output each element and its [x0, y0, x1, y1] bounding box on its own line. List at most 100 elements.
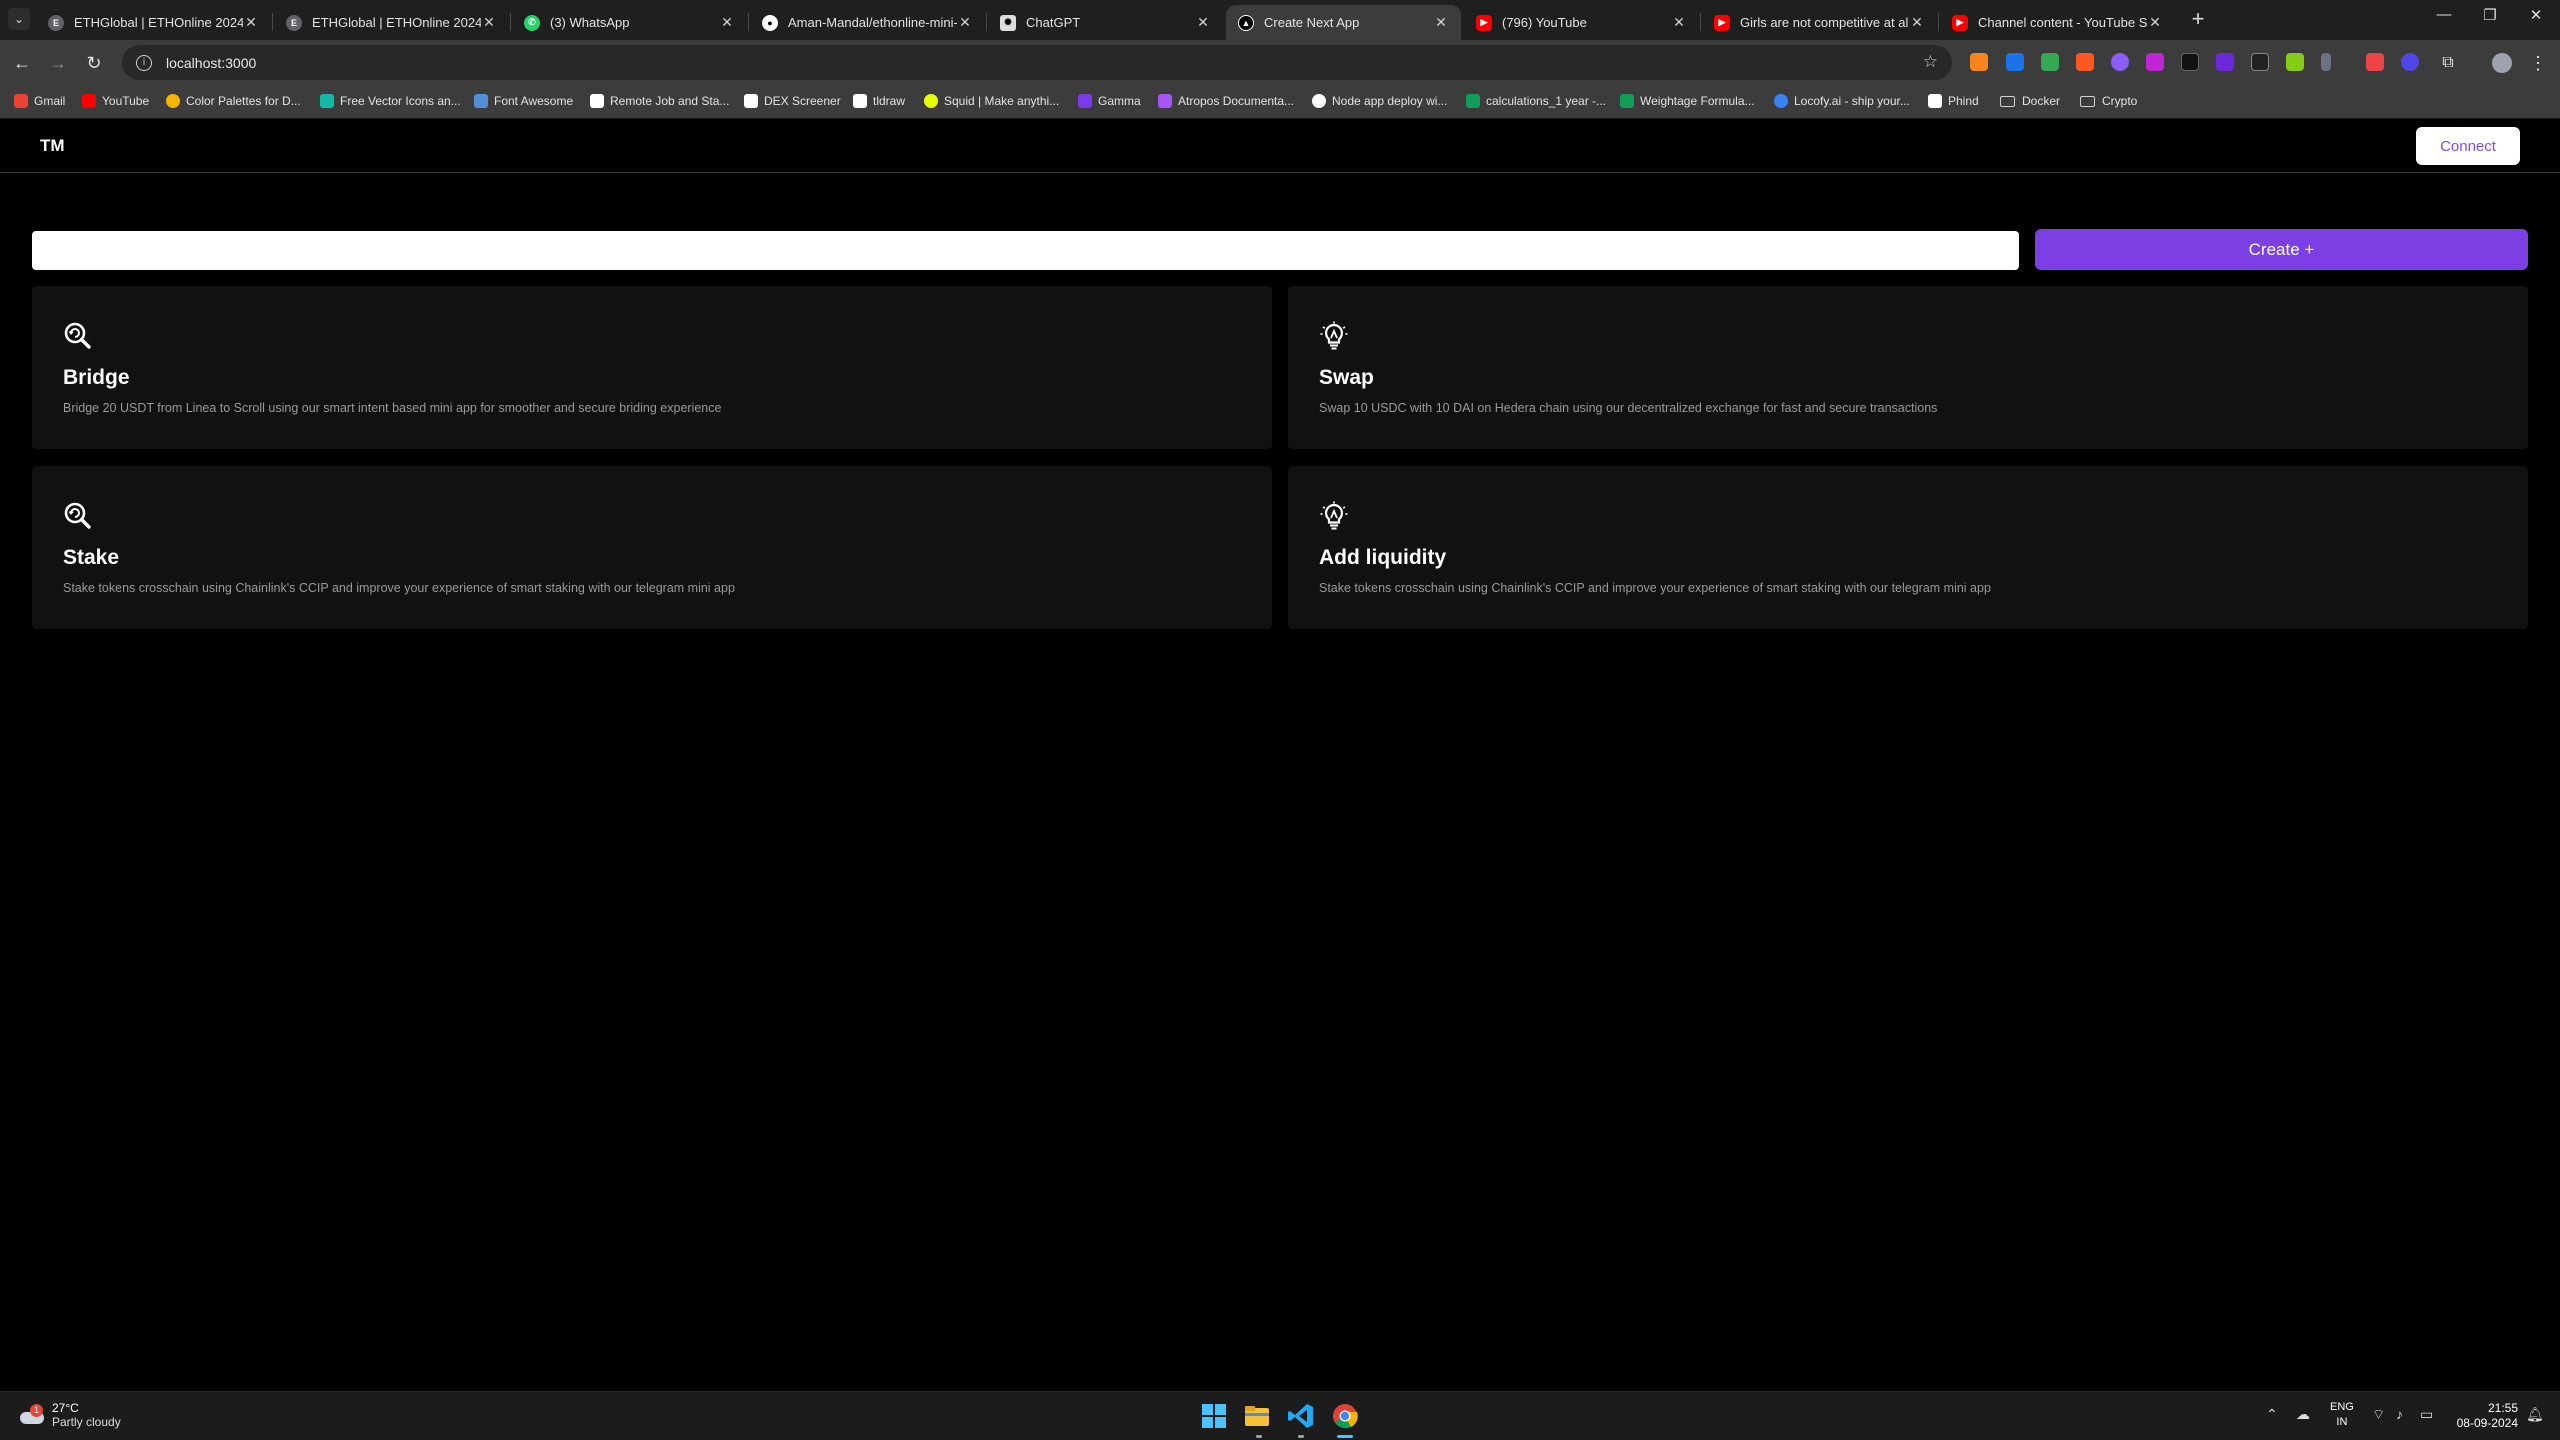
- extension-dark-icon[interactable]: [2181, 53, 2199, 71]
- weather-widget[interactable]: 1 27°C Partly cloudy: [18, 1401, 121, 1429]
- back-icon[interactable]: ←: [10, 51, 34, 75]
- card-description: Stake tokens crosschain using Chainlink'…: [63, 581, 735, 595]
- vscode-icon[interactable]: [1287, 1402, 1315, 1430]
- tab-whatsapp[interactable]: ✆ (3) WhatsApp ✕: [512, 5, 747, 40]
- extension-purple-icon[interactable]: [2111, 53, 2129, 71]
- tab-separator: [1938, 13, 1939, 31]
- site-info-icon[interactable]: i: [136, 54, 152, 71]
- tab-separator: [748, 13, 749, 31]
- wifi-icon[interactable]: ⌔: [2372, 1406, 2385, 1424]
- tab-youtube-studio[interactable]: ▶ Channel content - YouTube Stu ✕: [1940, 5, 2175, 40]
- extension-a-icon[interactable]: [2076, 53, 2094, 71]
- extension-pin-icon[interactable]: [2321, 53, 2331, 71]
- tab-title: (796) YouTube: [1502, 15, 1587, 30]
- card-swap[interactable]: Swap Swap 10 USDC with 10 DAI on Hedera …: [1288, 286, 2528, 449]
- close-tab-icon[interactable]: ✕: [1433, 14, 1449, 31]
- bookmark-color-palettes[interactable]: Color Palettes for D...: [166, 94, 301, 108]
- bookmark-squid[interactable]: Squid | Make anythi...: [924, 94, 1059, 108]
- extension-lime-icon[interactable]: [2286, 53, 2304, 71]
- tray-overflow-chevron-icon[interactable]: ⌃: [2266, 1406, 2278, 1423]
- card-title: Stake: [63, 546, 120, 569]
- system-clock[interactable]: 21:55 08-09-2024: [2452, 1401, 2518, 1431]
- folder-icon: [2080, 95, 2095, 107]
- card-bridge[interactable]: Bridge Bridge 20 USDT from Linea to Scro…: [32, 286, 1272, 449]
- intent-input[interactable]: [32, 231, 2019, 270]
- bookmark-youtube[interactable]: YouTube: [82, 94, 149, 108]
- card-stake[interactable]: Stake Stake tokens crosschain using Chai…: [32, 466, 1272, 629]
- address-bar[interactable]: i localhost:3000 ☆: [122, 45, 1952, 80]
- create-button[interactable]: Create +: [2035, 229, 2528, 270]
- tab-ethglobal-1[interactable]: E ETHGlobal | ETHOnline 2024 ✕: [36, 5, 271, 40]
- bookmark-folder-crypto[interactable]: Crypto: [2080, 94, 2137, 108]
- new-tab-icon[interactable]: +: [2186, 8, 2210, 30]
- tab-chatgpt[interactable]: ✺ ChatGPT ✕: [988, 5, 1223, 40]
- close-tab-icon[interactable]: ✕: [1195, 14, 1211, 31]
- reload-icon[interactable]: ↻: [82, 51, 106, 75]
- extension-green-icon[interactable]: [2041, 53, 2059, 71]
- extensions-puzzle-icon[interactable]: ⧉: [2436, 51, 2460, 75]
- bookmark-gamma[interactable]: Gamma: [1078, 94, 1141, 108]
- volume-icon[interactable]: ♪: [2396, 1406, 2403, 1422]
- app-logo[interactable]: TM: [40, 136, 65, 156]
- menu-kebab-icon[interactable]: ⋮: [2526, 51, 2550, 75]
- bookmark-font-awesome[interactable]: Font Awesome: [474, 94, 573, 108]
- close-tab-icon[interactable]: ✕: [719, 14, 735, 31]
- language-indicator[interactable]: ENG IN: [2330, 1400, 2354, 1430]
- tab-create-next-app[interactable]: ▲ Create Next App ✕: [1226, 5, 1461, 40]
- bookmark-folder-docker[interactable]: Docker: [2000, 94, 2060, 108]
- bookmark-node-deploy[interactable]: Node app deploy wi...: [1312, 94, 1447, 108]
- restore-icon[interactable]: ❐: [2470, 6, 2510, 24]
- battery-icon[interactable]: ▭: [2420, 1406, 2433, 1423]
- extension-magenta-icon[interactable]: [2146, 53, 2164, 71]
- bookmark-weightage[interactable]: Weightage Formula...: [1620, 94, 1755, 108]
- bookmark-tldraw[interactable]: tldraw: [853, 94, 905, 108]
- close-tab-icon[interactable]: ✕: [1671, 14, 1687, 31]
- bookmark-locofy[interactable]: Locofy.ai - ship your...: [1774, 94, 1910, 108]
- window-close-icon[interactable]: ✕: [2516, 6, 2556, 24]
- bookmark-label: Atropos Documenta...: [1178, 94, 1295, 108]
- extension-ghost-icon[interactable]: [2251, 53, 2269, 71]
- profile-avatar-icon[interactable]: [2492, 53, 2512, 73]
- extension-blue-icon[interactable]: [2401, 53, 2419, 71]
- tab-separator: [510, 13, 511, 31]
- app-navbar: TM Connect: [0, 120, 2560, 173]
- chrome-icon[interactable]: [1331, 1402, 1359, 1430]
- bookmark-label: Node app deploy wi...: [1332, 94, 1448, 108]
- bookmark-remote-job[interactable]: Remote Job and Sta...: [590, 94, 729, 108]
- connect-button[interactable]: Connect: [2416, 127, 2520, 165]
- card-add-liquidity[interactable]: Add liquidity Stake tokens crosschain us…: [1288, 466, 2528, 629]
- close-tab-icon[interactable]: ✕: [957, 14, 973, 31]
- bookmark-calculations[interactable]: calculations_1 year -...: [1466, 94, 1606, 108]
- tab-ethglobal-2[interactable]: E ETHGlobal | ETHOnline 2024 ✕: [274, 5, 509, 40]
- close-tab-icon[interactable]: ✕: [243, 14, 259, 31]
- card-description: Stake tokens crosschain using Chainlink'…: [1319, 581, 1991, 595]
- phind-icon: [1928, 94, 1942, 108]
- youtube-icon: ▶: [1714, 14, 1730, 31]
- forward-icon[interactable]: →: [46, 51, 70, 75]
- bookmark-dex-screener[interactable]: DEX Screener: [744, 94, 841, 108]
- bookmark-gmail[interactable]: Gmail: [14, 94, 65, 108]
- extension-k-icon[interactable]: [2006, 53, 2024, 71]
- tab-github[interactable]: ● Aman-Mandal/ethonline-mini-a ✕: [750, 5, 985, 40]
- address-url[interactable]: localhost:3000: [166, 55, 256, 71]
- close-tab-icon[interactable]: ✕: [2147, 14, 2163, 31]
- notification-bell-icon[interactable]: 🔔︎: [2526, 1406, 2544, 1423]
- windows-start-icon[interactable]: [1200, 1402, 1228, 1430]
- close-tab-icon[interactable]: ✕: [481, 14, 497, 31]
- minimize-icon[interactable]: —: [2424, 6, 2464, 23]
- metamask-extension-icon[interactable]: [1970, 53, 1988, 71]
- tab-youtube[interactable]: ▶ (796) YouTube ✕: [1464, 5, 1699, 40]
- bookmark-atropos[interactable]: Atropos Documenta...: [1158, 94, 1294, 108]
- bookmark-star-icon[interactable]: ☆: [1923, 52, 1938, 72]
- bookmark-label: Font Awesome: [494, 94, 574, 108]
- close-tab-icon[interactable]: ✕: [1909, 14, 1925, 31]
- bookmark-free-vector-icons[interactable]: Free Vector Icons an...: [320, 94, 461, 108]
- tab-search-chevron-icon[interactable]: ⌄: [8, 8, 30, 30]
- bookmark-phind[interactable]: Phind: [1928, 94, 1979, 108]
- tab-youtube-video[interactable]: ▶ Girls are not competitive at all... ✕: [1702, 5, 1937, 40]
- extension-violet-icon[interactable]: [2216, 53, 2234, 71]
- extension-red-icon[interactable]: [2366, 53, 2384, 71]
- file-explorer-icon[interactable]: [1243, 1402, 1271, 1430]
- onedrive-cloud-icon[interactable]: ☁: [2296, 1406, 2310, 1423]
- ethglobal-icon: E: [48, 14, 64, 31]
